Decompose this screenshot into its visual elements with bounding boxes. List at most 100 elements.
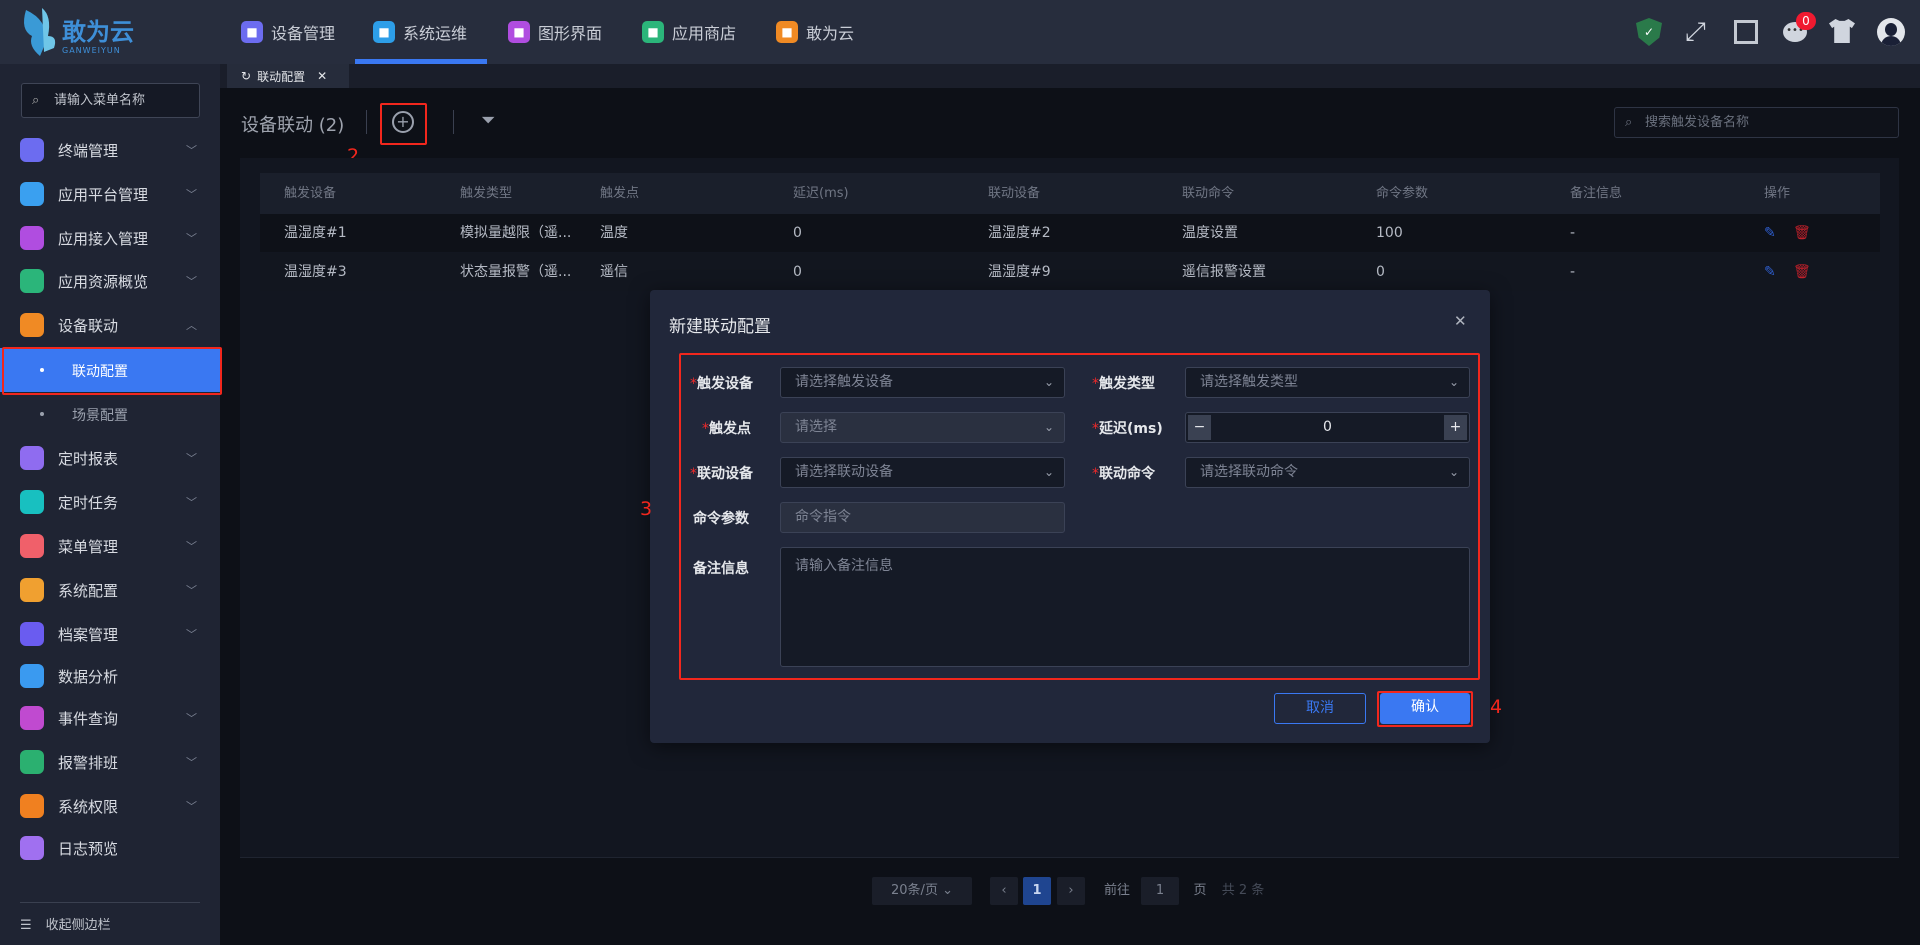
sidebar-item[interactable]: 事件查询 ﹀: [0, 700, 220, 736]
fullscreen-icon[interactable]: ⤢: [1685, 17, 1706, 48]
menu-icon: [20, 269, 44, 293]
sidebar-item[interactable]: 菜单管理 ﹀: [0, 528, 220, 564]
screen-frame-icon[interactable]: [1734, 20, 1758, 44]
sidebar-item[interactable]: 系统权限 ﹀: [0, 788, 220, 824]
table-cell: -: [1570, 264, 1576, 280]
menu-icon: [20, 446, 44, 470]
link-command-select[interactable]: 请选择联动命令 ⌄: [1185, 457, 1470, 488]
decrement-button[interactable]: −: [1188, 415, 1211, 440]
wrench-icon: ■: [373, 21, 395, 43]
edit-icon[interactable]: ✎: [1764, 214, 1776, 252]
collapse-sidebar-button[interactable]: ☰ 收起侧边栏: [20, 914, 111, 933]
sidebar-divider: [20, 902, 200, 903]
trigger-type-select[interactable]: 请选择触发类型 ⌄: [1185, 367, 1470, 398]
nav-monitor[interactable]: ■ 图形界面: [508, 0, 602, 64]
footer-divider: [240, 857, 1899, 858]
table-cell: 状态量报警（遥...: [460, 264, 572, 280]
table-cell: 0: [1376, 264, 1385, 280]
sidebar-item[interactable]: 终端管理 ﹀: [0, 132, 220, 168]
menu-icon: [20, 226, 44, 250]
nav-device[interactable]: ■ 设备管理: [241, 0, 335, 64]
filter-icon[interactable]: ⏷: [481, 110, 495, 131]
chevron-down-icon: ⌄: [1043, 465, 1054, 479]
page-title: 设备联动 (2): [241, 115, 345, 136]
sidebar-item[interactable]: 设备联动 ︿: [0, 307, 220, 343]
edit-icon[interactable]: ✎: [1764, 253, 1776, 291]
page-1-button[interactable]: 1: [1023, 877, 1051, 905]
column-header: 触发设备: [284, 186, 337, 201]
sidebar-item[interactable]: 档案管理 ﹀: [0, 616, 220, 652]
trigger-type-label: *触发类型: [1092, 376, 1155, 392]
sidebar-item[interactable]: 定时报表 ﹀: [0, 440, 220, 476]
sidebar-item[interactable]: 数据分析: [0, 658, 220, 694]
table-cell: 遥信: [600, 264, 628, 280]
column-header: 触发类型: [460, 186, 513, 201]
sidebar-item[interactable]: 应用平台管理 ﹀: [0, 176, 220, 212]
divider: [453, 110, 454, 134]
notification-badge: 0: [1796, 12, 1816, 30]
close-icon[interactable]: ✕: [1454, 312, 1467, 330]
menu-icon: [20, 534, 44, 558]
store-icon: ■: [642, 21, 664, 43]
delay-label: *延迟(ms): [1092, 421, 1163, 437]
sidebar-subitem[interactable]: 场景配置: [0, 392, 220, 436]
page-unit: 页: [1193, 883, 1207, 898]
cancel-button[interactable]: 取消: [1274, 693, 1366, 724]
chevron-down-icon: ﹀: [186, 452, 197, 465]
sidebar-item[interactable]: 报警排班 ﹀: [0, 744, 220, 780]
chevron-up-icon: ︿: [186, 319, 197, 332]
shield-check-icon[interactable]: ✓: [1636, 18, 1662, 46]
command-param-input[interactable]: 命令指令: [780, 502, 1065, 533]
annotation-box-2: [380, 103, 427, 145]
delay-stepper[interactable]: − 0 +: [1185, 412, 1470, 443]
sidebar-item[interactable]: 应用资源概览 ﹀: [0, 263, 220, 299]
menu-search-input[interactable]: ⌕ 请输入菜单名称: [21, 83, 200, 118]
table-cell: 温湿度#3: [284, 264, 347, 280]
chevron-down-icon: ﹀: [186, 712, 197, 725]
chevron-down-icon: ⌄: [1043, 420, 1054, 434]
trigger-device-label: *触发设备: [690, 376, 753, 392]
nav-wrench[interactable]: ■ 系统运维: [373, 0, 467, 64]
trigger-device-select[interactable]: 请选择触发设备 ⌄: [780, 367, 1065, 398]
column-header: 联动设备: [988, 186, 1041, 201]
remark-label: 备注信息: [693, 561, 749, 577]
chevron-down-icon: ﹀: [186, 756, 197, 769]
column-header: 操作: [1764, 186, 1791, 201]
goto-page-input[interactable]: 1: [1141, 877, 1179, 905]
sidebar-item[interactable]: 系统配置 ﹀: [0, 572, 220, 608]
nav-store[interactable]: ■ 应用商店: [642, 0, 736, 64]
delete-icon[interactable]: 🗑: [1793, 214, 1811, 252]
menu-icon: [20, 313, 44, 337]
delete-icon[interactable]: 🗑: [1793, 253, 1811, 291]
sidebar-item[interactable]: 应用接入管理 ﹀: [0, 220, 220, 256]
top-header: 敢为云 GANWEIYUN ✓ ⤢ ••• 0 ■ 设备管理 ■ 系统运维 ■ 图形界面 ■…: [0, 0, 1920, 64]
next-page-button[interactable]: ›: [1057, 877, 1085, 905]
device-search-input[interactable]: ⌕ 搜索触发设备名称: [1614, 107, 1899, 138]
remark-textarea[interactable]: 请输入备注信息: [780, 547, 1470, 667]
close-tab-icon[interactable]: ✕: [317, 69, 327, 83]
link-device-select[interactable]: 请选择联动设备 ⌄: [780, 457, 1065, 488]
page-size-select[interactable]: 20条/页 ⌄: [872, 877, 972, 905]
tab-linkage-config[interactable]: ↻ 联动配置 ✕: [227, 64, 349, 88]
trigger-point-select[interactable]: 请选择 ⌄: [780, 412, 1065, 443]
sidebar-item[interactable]: 定时任务 ﹀: [0, 484, 220, 520]
menu-icon: [20, 182, 44, 206]
table-cell: 温湿度#1: [284, 225, 347, 241]
theme-shirt-icon[interactable]: [1829, 19, 1855, 43]
chevron-down-icon: ⌄: [1043, 375, 1054, 389]
user-avatar[interactable]: [1877, 18, 1905, 46]
table-cell: 温湿度#2: [988, 225, 1051, 241]
increment-button[interactable]: +: [1444, 415, 1467, 440]
device-icon: ■: [241, 21, 263, 43]
refresh-icon[interactable]: ↻: [241, 69, 251, 83]
link-device-label: *联动设备: [690, 466, 753, 482]
collapse-icon: ☰: [20, 918, 32, 933]
chevron-down-icon: ﹀: [186, 496, 197, 509]
prev-page-button[interactable]: ‹: [990, 877, 1018, 905]
goto-label: 前往: [1103, 883, 1130, 898]
column-header: 联动命令: [1182, 186, 1235, 201]
nav-cloud[interactable]: ■ 敢为云: [776, 0, 854, 64]
menu-icon: [20, 664, 44, 688]
sidebar-item[interactable]: 日志预览: [0, 830, 220, 866]
chevron-down-icon: ⌄: [1448, 375, 1459, 389]
